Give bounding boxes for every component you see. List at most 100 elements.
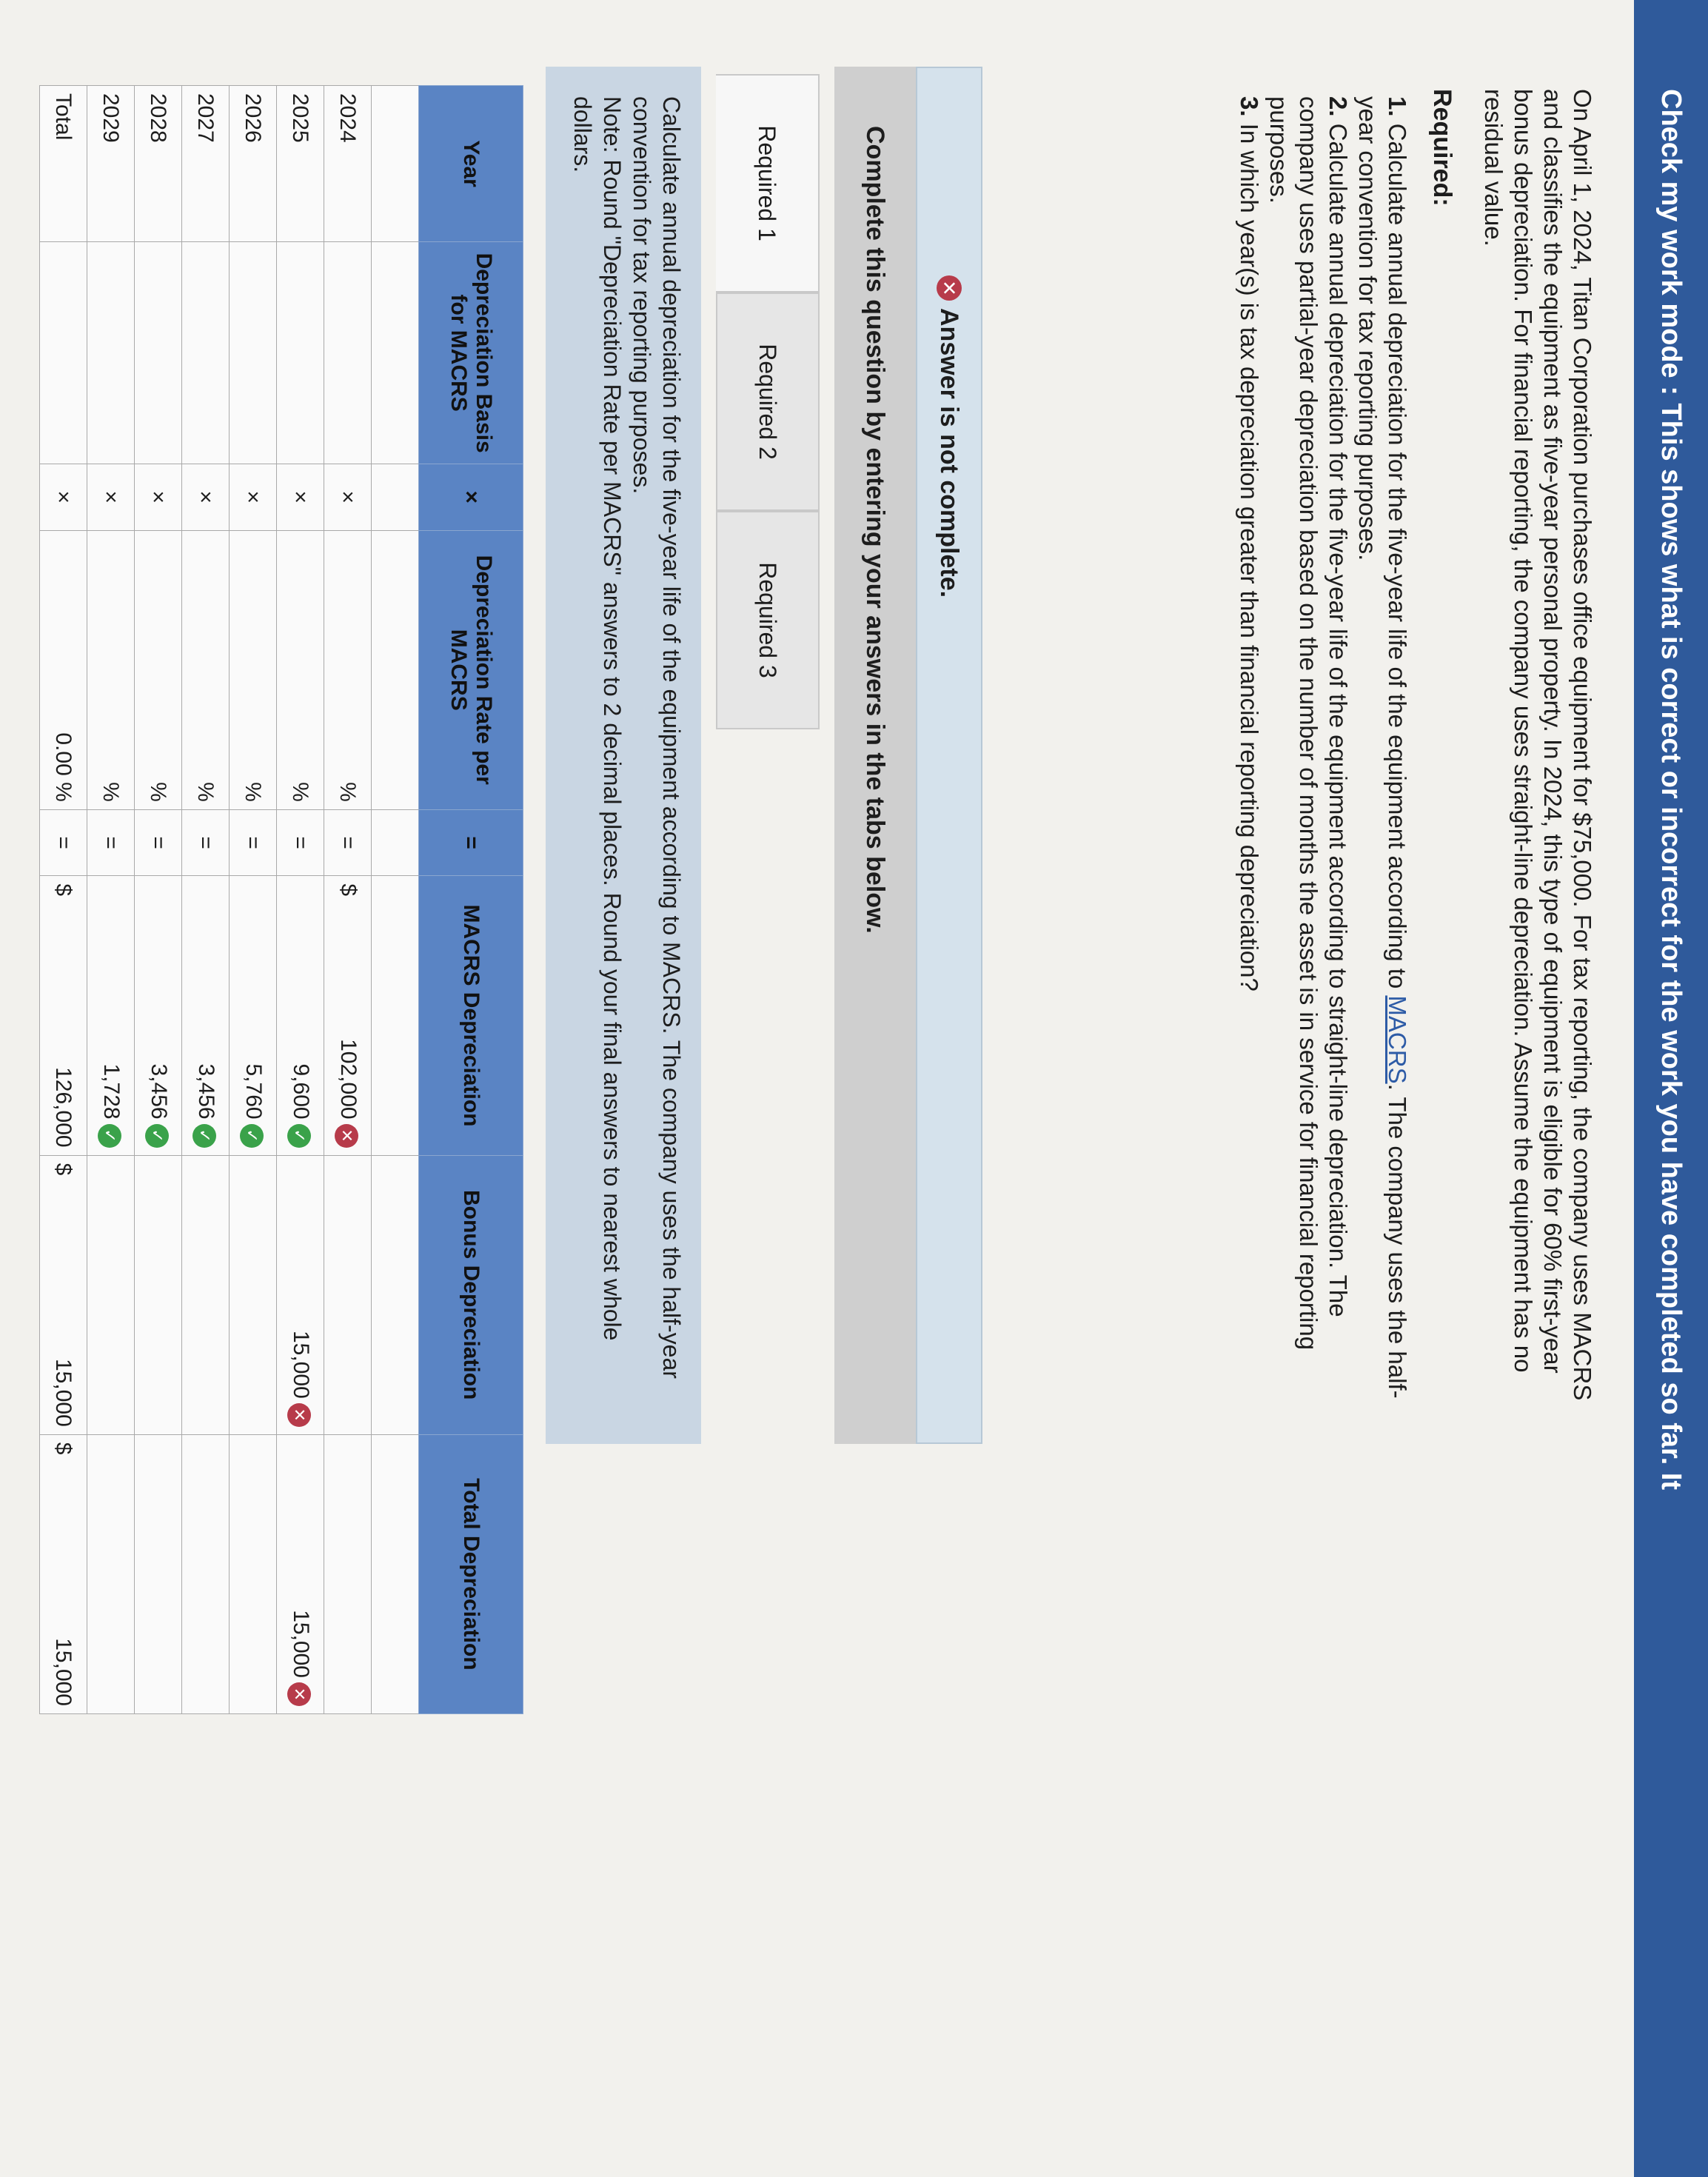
table-row-2024: 2024 × % = $102,000 ✕ [324, 85, 372, 1714]
correct-check-icon: ✓ [98, 1123, 122, 1148]
table-row-total: Total × 0.00 % = $126,000 $15,000 $15,00… [39, 85, 87, 1714]
basis-total [39, 241, 87, 464]
table-row-2025: 2025 × % = 9,600 ✓ 15,000 ✕ 15,000 ✕ [276, 85, 324, 1714]
macrs-depreciation-input[interactable]: 3,456 ✓ [181, 875, 230, 1156]
times-symbol: × [39, 464, 87, 531]
rate-total: 0.00 % [39, 530, 87, 810]
header-year: Year [418, 85, 523, 242]
bonus-depreciation-input[interactable] [181, 1155, 230, 1435]
table-row-2026: 2026 × % = 5,760 ✓ [229, 85, 277, 1714]
header-bonus-depreciation: Bonus Depreciation [418, 1155, 523, 1435]
macrs-depreciation-input[interactable]: 5,760 ✓ [229, 875, 277, 1156]
header-macrs-depreciation: MACRS Depreciation [418, 875, 523, 1156]
times-symbol: × [229, 464, 277, 531]
basis-input[interactable] [324, 241, 372, 464]
rate-input[interactable]: % [276, 530, 324, 810]
year-cell: 2024 [324, 85, 372, 242]
percent-sign: % [98, 782, 124, 802]
rate-input[interactable]: % [229, 530, 277, 810]
macrs-value: 1,728 [98, 1063, 124, 1120]
table-header-row: Year Depreciation Basis for MACRS × Depr… [418, 85, 523, 1714]
x-circle-icon: ✕ [937, 275, 962, 301]
spacer-cell [371, 85, 419, 242]
year-cell: 2025 [276, 85, 324, 242]
required-list: 1. Calculate annual depreciation for the… [1234, 96, 1412, 1422]
times-symbol: × [324, 464, 372, 531]
bonus-depreciation-input[interactable] [229, 1155, 277, 1435]
correct-check-icon: ✓ [287, 1123, 312, 1148]
incorrect-x-icon: ✕ [287, 1402, 312, 1427]
incorrect-x-icon: ✕ [287, 1682, 312, 1706]
rate-input[interactable]: % [324, 530, 372, 810]
basis-input[interactable] [134, 241, 182, 464]
complete-question-prompt: Complete this question by entering your … [834, 67, 916, 1444]
spacer-cell [371, 875, 419, 1156]
macrs-link[interactable]: MACRS [1384, 995, 1411, 1083]
required-text: Calculate annual depreciation for the fi… [1265, 96, 1352, 1351]
year-cell: 2027 [181, 85, 230, 242]
instruction-text: Calculate annual depreciation for the fi… [629, 96, 685, 1379]
macrs-total-value: 126,000 [51, 1067, 76, 1148]
total-depreciation-input[interactable]: 15,000 ✕ [276, 1434, 324, 1714]
basis-input[interactable] [229, 241, 277, 464]
total-depreciation-input[interactable] [87, 1434, 135, 1714]
percent-sign: % [51, 782, 76, 802]
equals-symbol: = [324, 809, 372, 876]
header-total-depreciation: Total Depreciation [418, 1434, 523, 1714]
depreciation-total: $15,000 [39, 1434, 87, 1714]
year-cell: Total [39, 85, 87, 242]
rate-input[interactable]: % [181, 530, 230, 810]
macrs-value: 5,760 [241, 1063, 266, 1120]
tab-required-2[interactable]: Required 2 [716, 292, 820, 511]
equals-symbol: = [134, 809, 182, 876]
percent-sign: % [241, 782, 266, 802]
bonus-depreciation-input[interactable] [134, 1155, 182, 1435]
bonus-depreciation-input[interactable] [324, 1155, 372, 1435]
required-text: In which year(s) is tax depreciation gre… [1236, 123, 1263, 991]
equals-symbol: = [181, 809, 230, 876]
answer-status-bar: ✕ Answer is not complete. [916, 67, 982, 1444]
basis-input[interactable] [87, 241, 135, 464]
table-row-2027: 2027 × % = 3,456 ✓ [181, 85, 230, 1714]
macrs-depreciation-input[interactable]: $102,000 ✕ [324, 875, 372, 1156]
macrs-table: Year Depreciation Basis for MACRS × Depr… [39, 85, 523, 1714]
spacer-cell [371, 1155, 419, 1435]
times-symbol: × [87, 464, 135, 531]
equals-symbol: = [276, 809, 324, 876]
required-heading: Required: [1428, 89, 1456, 207]
instructions-panel: Calculate annual depreciation for the fi… [546, 67, 701, 1444]
rate-input[interactable]: % [134, 530, 182, 810]
bonus-depreciation-input[interactable] [87, 1155, 135, 1435]
times-symbol: × [181, 464, 230, 531]
macrs-depreciation-input[interactable]: 1,728 ✓ [87, 875, 135, 1156]
rate-input[interactable]: % [87, 530, 135, 810]
macrs-depreciation-input[interactable]: 9,600 ✓ [276, 875, 324, 1156]
tab-required-1[interactable]: Required 1 [716, 74, 820, 292]
correct-check-icon: ✓ [145, 1123, 170, 1148]
spacer-cell [371, 1434, 419, 1714]
macrs-depreciation-input[interactable]: 3,456 ✓ [134, 875, 182, 1156]
required-item-2: 2. Calculate annual depreciation for the… [1264, 96, 1353, 1422]
equals-symbol: = [87, 809, 135, 876]
tab-required-3[interactable]: Required 3 [716, 511, 820, 729]
rounding-note: Note: Round "Depreciation Rate per MACRS… [569, 96, 626, 1341]
total-depreciation-input[interactable] [229, 1434, 277, 1714]
required-tabs: Required 1 Required 2 Required 3 [716, 74, 820, 729]
year-cell: 2026 [229, 85, 277, 242]
required-text: Calculate annual depreciation for the fi… [1384, 123, 1411, 996]
year-cell: 2028 [134, 85, 182, 242]
header-basis: Depreciation Basis for MACRS [418, 241, 523, 464]
problem-statement: On April 1, 2024, Titan Corporation purc… [1480, 89, 1596, 1401]
basis-input[interactable] [181, 241, 230, 464]
total-depreciation-input[interactable] [181, 1434, 230, 1714]
total-depreciation-input[interactable] [324, 1434, 372, 1714]
basis-input[interactable] [276, 241, 324, 464]
answer-status-text: Answer is not complete. [935, 308, 964, 598]
bonus-depreciation-input[interactable]: 15,000 ✕ [276, 1155, 324, 1435]
required-number: 2. [1324, 96, 1352, 117]
total-depreciation-input[interactable] [134, 1434, 182, 1714]
macrs-value: 3,456 [193, 1063, 218, 1120]
dollar-sign: $ [335, 883, 361, 897]
macrs-value: 3,456 [146, 1063, 171, 1120]
percent-sign: % [335, 782, 361, 802]
